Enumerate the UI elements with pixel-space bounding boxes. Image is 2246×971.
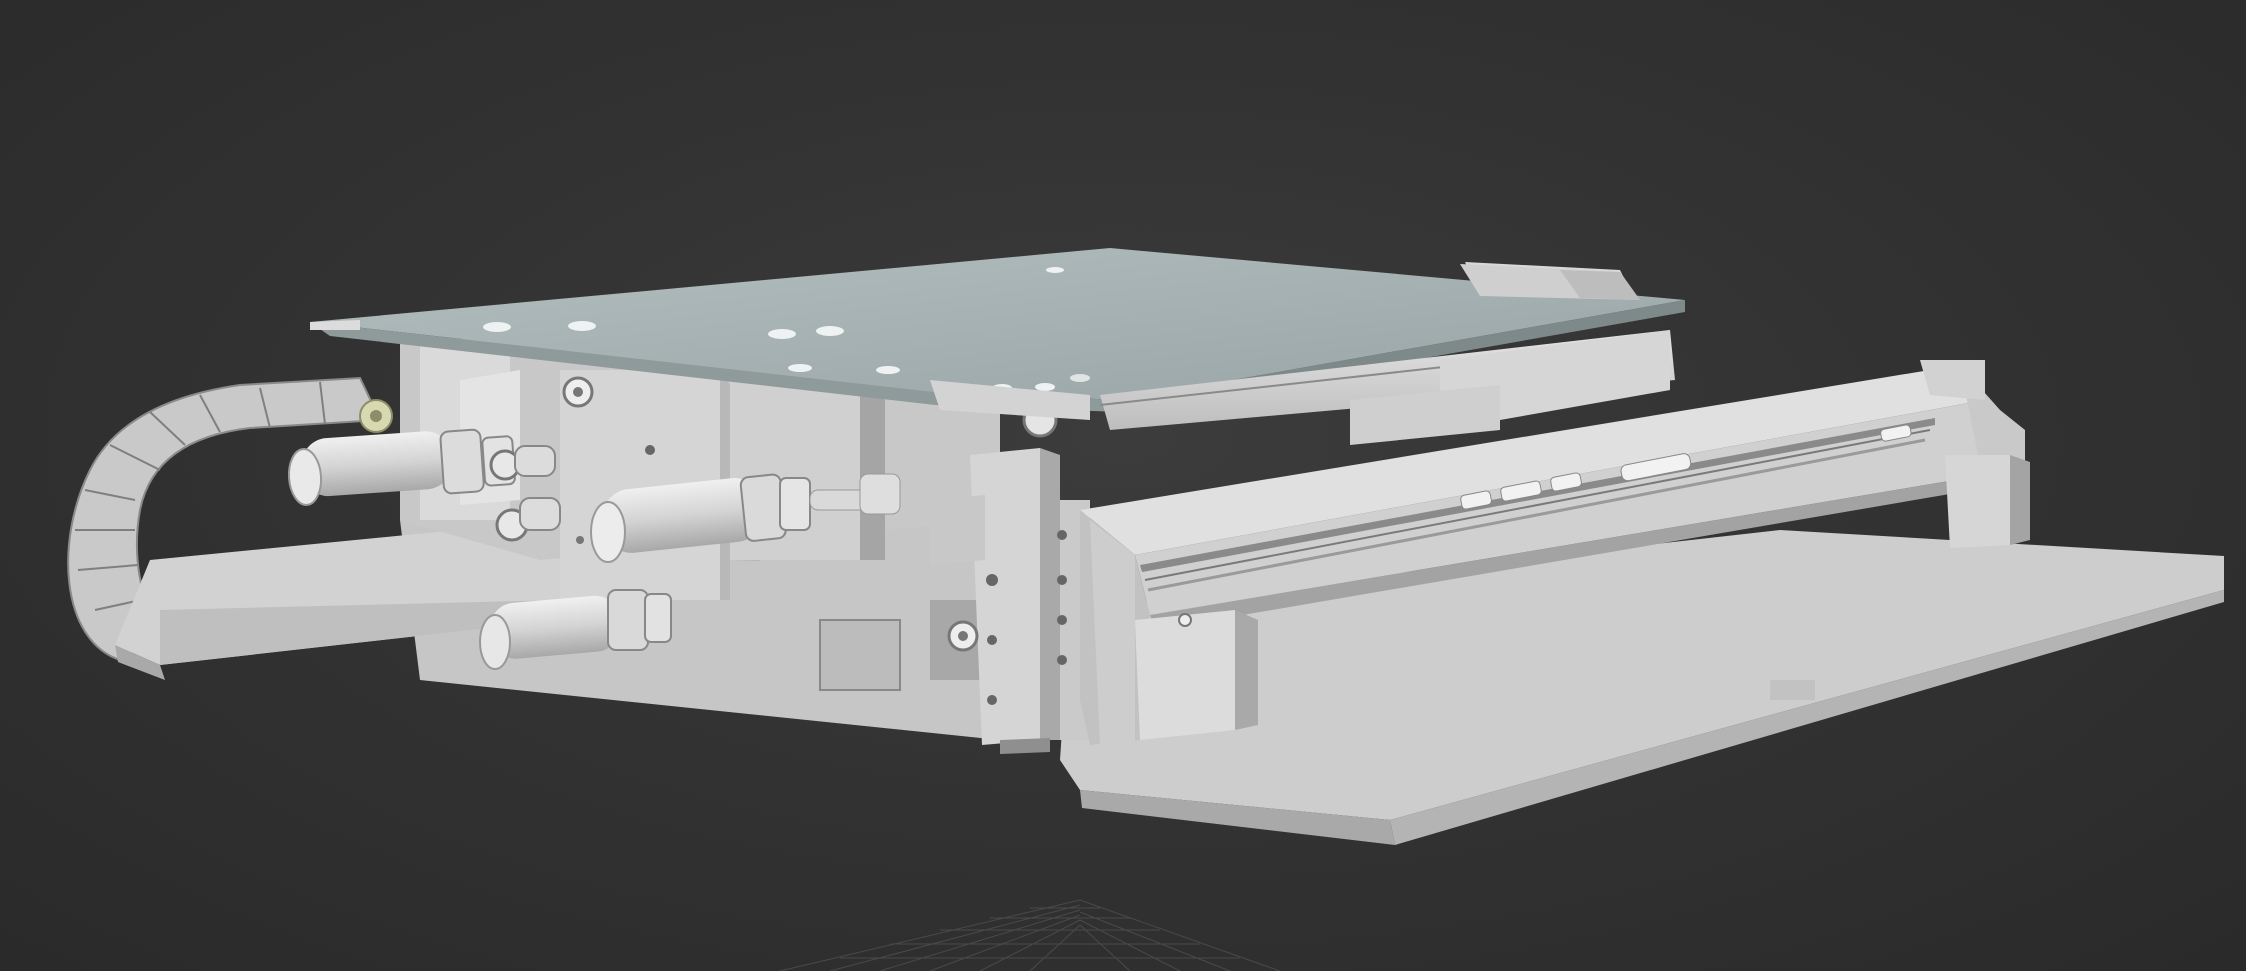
scene-render[interactable]: [0, 0, 2246, 971]
3d-viewport[interactable]: [0, 0, 2246, 971]
viewport-grid: [779, 899, 1281, 971]
rear-block: [1460, 264, 1640, 300]
